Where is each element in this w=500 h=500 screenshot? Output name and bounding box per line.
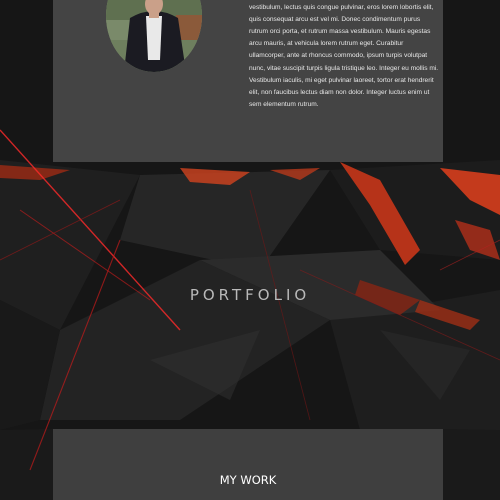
about-section: vestibulum, lectus quis congue pulvinar,… [53,0,443,162]
portfolio-heading: PORTFOLIO [189,286,311,304]
my-work-section: MY WORK [53,429,443,500]
my-work-heading: MY WORK [219,473,277,487]
about-bio-text: vestibulum, lectus quis congue pulvinar,… [249,3,439,109]
profile-photo [106,0,202,72]
